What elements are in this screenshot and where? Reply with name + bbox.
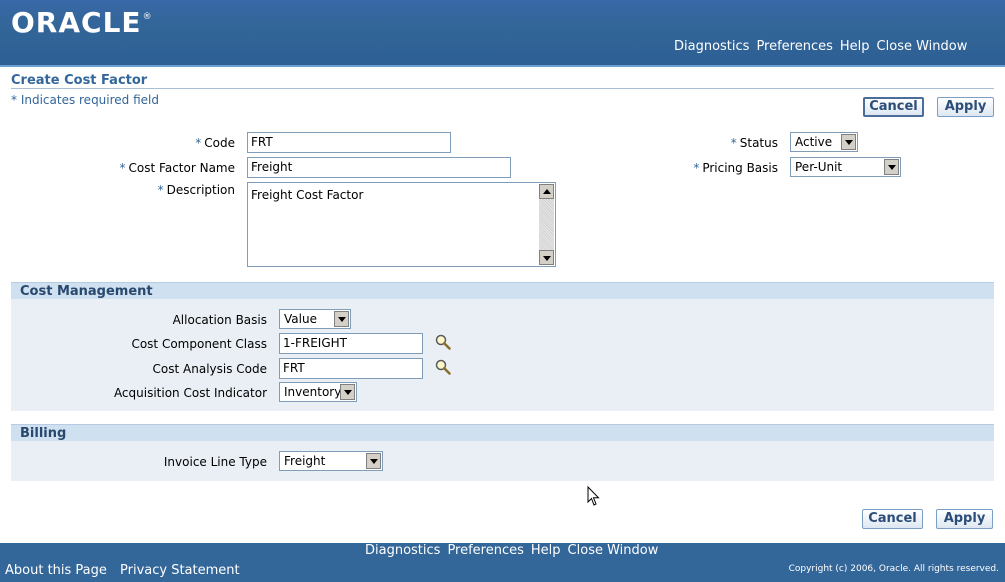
cancel-button-bottom[interactable]: Cancel — [862, 509, 923, 529]
cost-factor-name-input[interactable]: Freight — [247, 157, 511, 178]
scroll-up-arrow-icon[interactable] — [539, 184, 554, 199]
footer-link-preferences[interactable]: Preferences — [447, 543, 523, 558]
cost-component-class-input[interactable]: 1-FREIGHT — [279, 333, 423, 354]
code-label: * Code — [195, 136, 235, 150]
allocation-basis-select[interactable]: Value — [279, 309, 351, 329]
cost-factor-name-label: * Cost Factor Name — [119, 161, 235, 175]
invoice-line-type-select[interactable]: Freight — [279, 451, 383, 471]
invoice-line-type-value: Freight — [284, 454, 326, 468]
page-title: Create Cost Factor — [11, 73, 148, 88]
pricing-basis-value: Per-Unit — [795, 160, 843, 174]
chevron-down-icon[interactable] — [841, 134, 856, 150]
acquisition-cost-indicator-select[interactable]: Inventory — [279, 382, 357, 402]
acquisition-cost-indicator-value: Inventory — [284, 385, 342, 399]
description-text: Freight Cost Factor — [251, 188, 364, 202]
global-link-preferences[interactable]: Preferences — [756, 39, 832, 54]
description-scrollbar[interactable] — [539, 184, 554, 265]
cost-management-header: Cost Management — [11, 282, 994, 299]
global-link-help[interactable]: Help — [840, 39, 870, 54]
allocation-basis-value: Value — [284, 312, 317, 326]
global-link-close-window[interactable]: Close Window — [877, 39, 968, 54]
invoice-line-type-label: Invoice Line Type — [163, 455, 267, 469]
description-textarea[interactable]: Freight Cost Factor — [247, 182, 556, 267]
copyright-text: Copyright (c) 2006, Oracle. All rights r… — [788, 564, 999, 574]
status-value: Active — [795, 135, 833, 149]
pricing-basis-label: * Pricing Basis — [693, 161, 778, 175]
header-divider — [0, 65, 1005, 67]
scroll-down-arrow-icon[interactable] — [539, 250, 554, 265]
chevron-down-icon[interactable] — [334, 311, 349, 327]
billing-header: Billing — [11, 424, 994, 441]
cost-component-class-label: Cost Component Class — [131, 337, 267, 351]
cost-analysis-code-input[interactable]: FRT — [279, 358, 423, 379]
apply-button-top[interactable]: Apply — [937, 97, 994, 117]
cancel-button-top[interactable]: Cancel — [863, 97, 924, 117]
footer-links: Diagnostics Preferences Help Close Window — [365, 543, 665, 558]
code-input[interactable]: FRT — [247, 132, 451, 153]
acquisition-cost-indicator-label: Acquisition Cost Indicator — [113, 386, 267, 400]
footer-link-help[interactable]: Help — [531, 543, 561, 558]
magnifier-icon[interactable] — [435, 334, 451, 350]
mouse-cursor-icon — [587, 486, 600, 506]
global-link-diagnostics[interactable]: Diagnostics — [674, 39, 749, 54]
about-this-page-link[interactable]: About this Page — [5, 563, 107, 578]
pricing-basis-select[interactable]: Per-Unit — [790, 157, 901, 177]
status-select[interactable]: Active — [790, 132, 858, 152]
footer-link-close-window[interactable]: Close Window — [568, 543, 659, 558]
chevron-down-icon[interactable] — [366, 453, 381, 469]
cost-analysis-code-label: Cost Analysis Code — [152, 362, 267, 376]
chevron-down-icon[interactable] — [884, 159, 899, 175]
description-label: * Description — [157, 183, 235, 197]
allocation-basis-label: Allocation Basis — [172, 313, 267, 327]
status-label: * Status — [730, 136, 778, 150]
magnifier-icon[interactable] — [435, 359, 451, 375]
privacy-statement-link[interactable]: Privacy Statement — [120, 563, 240, 578]
chevron-down-icon[interactable] — [340, 384, 355, 400]
billing-section — [11, 441, 994, 481]
required-field-note: * Indicates required field — [11, 93, 160, 107]
oracle-logo: ORACLE® — [11, 6, 153, 39]
title-divider — [11, 88, 994, 89]
apply-button-bottom[interactable]: Apply — [936, 509, 993, 529]
footer-link-diagnostics[interactable]: Diagnostics — [365, 543, 440, 558]
global-links: Diagnostics Preferences Help Close Window — [674, 39, 974, 54]
